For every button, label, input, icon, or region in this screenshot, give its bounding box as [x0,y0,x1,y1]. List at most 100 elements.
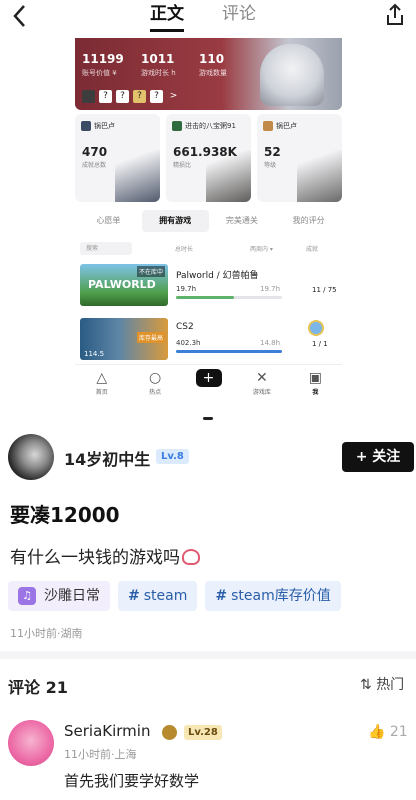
stat-value: 11199 [82,52,124,66]
subtab-owned-games[interactable]: 拥有游戏 [141,210,209,232]
card-achievements[interactable]: 锅巴卢 470 成就总数 [75,114,160,202]
sort-total-time[interactable]: 总时长 [175,244,193,253]
nav-label: 首页 [95,389,108,396]
card-level[interactable]: 锅巴卢 52 等级 [257,114,342,202]
header-tabs: 正文 评论 [150,2,256,32]
badge: ? [99,90,112,103]
thumb-up-icon: 👍 [368,724,386,740]
circle-icon: ○ [149,370,162,386]
tag-label: steam [143,588,188,604]
badge: ? [116,90,129,103]
embedded-screenshot[interactable]: 11199 账号价值 ¥ 1011 游戏时长 h 110 游戏数量 ? ? ? … [75,38,342,408]
nav-home[interactable]: △ 首页 [75,365,128,404]
nav-me[interactable]: ▣ 我 [289,365,342,404]
playtime-progress [176,350,282,353]
image-pager-indicator [203,417,213,420]
hash-icon: # [128,588,140,604]
stat-value: 110 [199,52,225,66]
tag-topic[interactable]: ♫ 沙雕日常 [8,581,110,611]
nav-label: 游戏库 [252,389,271,396]
tag-hash[interactable]: # steam [118,581,198,611]
comment-item: SeriaKirmin Lv.28 11小时前·上海 首先我们要学好数学 👍 2… [8,716,408,800]
playtime-progress-fill [176,350,282,353]
tab-main-text[interactable]: 正文 [150,2,184,32]
avatar[interactable] [8,720,54,766]
game-hours: 402.3h [176,339,201,347]
card-label: 等级 [264,162,277,169]
card-art [297,150,342,202]
plus-icon: + [195,369,222,387]
card-kd-ratio[interactable]: 进击的八宝粥91 661.938K 精损比 [166,114,251,202]
app-bottom-nav: △ 首页 ○ 热点 + ✕ 游戏库 ▣ 我 [75,364,342,404]
subtab-perfect-clear[interactable]: 完美通关 [209,210,276,232]
library-subtabs: 心愿单 拥有游戏 完美通关 我的评分 [75,210,342,232]
triangle-icon: △ [96,370,108,386]
nav-hot[interactable]: ○ 热点 [128,365,181,404]
game-row[interactable]: 库存最高 114.5 CS2 402.3h 14.8h 1 / 1 [80,318,338,362]
sort-icon: ⇅ [360,677,372,693]
game-total: 14.8h [260,339,281,347]
avatar-badge [82,90,95,103]
card-source: 进击的八宝粥91 [172,121,236,131]
nav-library[interactable]: ✕ 游戏库 [235,365,288,404]
playtime-progress-fill [176,296,235,299]
level-badge: Lv.28 [184,725,222,740]
game-cover-cs2: 库存最高 114.5 [80,318,168,360]
card-value: 470 [82,145,108,159]
user-avatar-icon [81,121,91,131]
game-achievements: 1 / 1 [312,340,328,348]
chevron-right-icon[interactable]: > [167,90,180,103]
comment-text: 首先我们要学好数学 [64,772,200,790]
sort-label: 热门 [376,677,405,693]
profile-banner: 11199 账号价值 ¥ 1011 游戏时长 h 110 游戏数量 ? ? ? … [75,38,342,110]
commenter-name[interactable]: SeriaKirmin [64,722,150,740]
level-badge: Lv.8 [156,449,189,464]
tab-comments[interactable]: 评论 [222,2,256,32]
cover-title: 114.5 [84,350,105,358]
comments-title: 评论 21 [8,678,68,697]
playtime-progress [176,296,282,299]
sort-two-weeks[interactable]: 两周内 ▾ [250,244,273,253]
filter-row: 搜索 总时长 两周内 ▾ 成就 [80,242,338,256]
share-icon[interactable] [384,3,406,27]
card-source: 锅巴卢 [81,121,115,131]
hash-icon: # [215,588,228,604]
chevron-left-icon[interactable] [12,4,36,32]
subtab-wishlist[interactable]: 心愿单 [75,210,142,232]
game-row[interactable]: 不在库中 PALWORLD Palworld / 幻兽帕鲁 19.7h 19.7… [80,264,338,308]
post-title: 要凑12000 [10,503,120,527]
subtab-my-ratings[interactable]: 我的评分 [275,210,342,232]
stat-label: 游戏数量 [199,69,227,77]
cross-icon: ✕ [256,370,268,386]
author-name[interactable]: 14岁初中生 [64,446,150,470]
stat-game-count: 110 游戏数量 [199,52,227,78]
game-achievements: 11 / 75 [312,286,337,294]
post-body-text: 有什么一块钱的游戏吗 [10,548,180,568]
card-label: 精损比 [173,162,192,169]
game-icon [172,121,182,131]
like-button[interactable]: 👍 21 [368,724,408,740]
stat-account-value: 11199 账号价值 ¥ [82,52,124,78]
tag-hash[interactable]: # steam库存价值 [205,581,341,611]
cover-title: PALWORLD [88,278,156,291]
search-input[interactable]: 搜索 [80,242,132,255]
follow-button[interactable]: + 关注 [342,442,414,472]
game-name: CS2 [176,322,194,332]
post-meta: 11小时前·湖南 [10,627,83,640]
stat-label: 游戏时长 h [141,69,176,77]
tag-label: 沙雕日常 [44,588,100,604]
post-body: 有什么一块钱的游戏吗 [10,543,200,568]
stat-label: 账号价值 ¥ [82,69,117,77]
section-divider [0,651,416,659]
badge: ? [133,90,146,103]
sort-achievements[interactable]: 成就 [306,244,318,253]
stat-cards: 锅巴卢 470 成就总数 进击的八宝粥91 661.938K 精损比 锅巴卢 5… [75,114,342,204]
top-nav: 正文 评论 [0,0,416,40]
game-total: 19.7h [260,285,281,293]
sort-button[interactable]: ⇅ 热门 [360,674,404,694]
card-source-name: 锅巴卢 [94,122,115,130]
avatar[interactable] [8,434,54,480]
nav-create[interactable]: + [182,365,235,404]
cover-tag: 不在库中 [136,266,165,277]
game-name: Palworld / 幻兽帕鲁 [176,271,259,281]
